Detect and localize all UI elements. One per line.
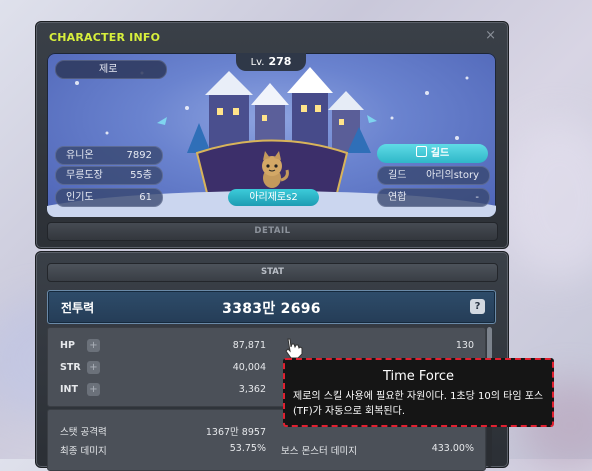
plus-icon[interactable]: +	[87, 383, 100, 396]
window-title: CHARACTER INFO	[49, 31, 161, 44]
detail-button[interactable]: DETAIL	[47, 222, 498, 241]
stat-value: 아리의story	[426, 170, 479, 181]
guild-button[interactable]: 길드	[377, 144, 488, 163]
stat-pill-guild: 길드 아리의story	[377, 166, 490, 185]
stat-value-2: 433.00%	[431, 443, 474, 454]
plus-icon[interactable]: +	[87, 361, 100, 374]
level-prefix: Lv.	[250, 57, 265, 68]
stat-row-hp: HP + 87,871 130	[48, 338, 485, 356]
level-value: 278	[268, 55, 292, 68]
stat-value: 7892	[126, 150, 152, 161]
guild-icon	[415, 146, 427, 157]
character-name: 아리제로s2	[228, 189, 319, 206]
guild-button-label: 길드	[430, 148, 450, 159]
character-scene: Lv. 278 제로 유니온 7892 무릉도장 55층 인기도 61 길드 길드…	[47, 53, 496, 217]
stat-value: 61	[139, 192, 152, 203]
combat-power-value: 3383만 2696	[222, 301, 321, 317]
stat-value: 1367만 8957	[205, 427, 266, 438]
stat-tab[interactable]: STAT	[47, 263, 498, 282]
stat-key: INT	[60, 384, 78, 395]
hand-cursor-icon	[285, 338, 303, 359]
stat-row-final-damage: 최종 데미지 53.75% 보스 몬스터 데미지 433.00%	[48, 441, 485, 459]
stat-key: 유니온	[66, 150, 94, 161]
plus-icon[interactable]: +	[87, 339, 100, 352]
stat-value: -	[475, 192, 479, 203]
stat-value: 3,362	[238, 384, 266, 395]
combat-power-bar: 전투력 3383만 2696 ?	[47, 290, 496, 324]
stat-value: 55층	[130, 170, 152, 181]
stat-pill-popularity: 인기도 61	[55, 188, 163, 207]
stat-pill-alliance: 연합 -	[377, 188, 490, 207]
tooltip-body: 제로의 스킬 사용에 필요한 자원이다. 1초당 10의 타임 포스(TF)가 …	[293, 391, 544, 417]
tooltip-title: Time Force	[382, 369, 455, 384]
help-button[interactable]: ?	[470, 299, 485, 314]
stat-pill-union: 유니온 7892	[55, 146, 163, 165]
stat-key: 연합	[388, 192, 407, 203]
stat-key: STR	[60, 362, 81, 373]
stat-pill-mureung: 무릉도장 55층	[55, 166, 163, 185]
time-force-tooltip: Time Force 제로의 스킬 사용에 필요한 자원이다. 1초당 10의 …	[283, 358, 554, 427]
stat-key: HP	[60, 340, 75, 351]
close-icon[interactable]: ×	[485, 28, 496, 43]
stat-key: 스탯 공격력	[60, 427, 107, 438]
stat-value: 87,871	[232, 340, 266, 351]
character-info-window: CHARACTER INFO × Lv. 278 제로 유니온 7892 무릉도…	[35, 21, 509, 249]
stat-value: 40,004	[232, 362, 266, 373]
stat-key-2: 보스 몬스터 데미지	[281, 446, 357, 457]
stat-key: 최종 데미지	[60, 446, 107, 457]
job-label: 제로	[55, 60, 167, 79]
stat-value: 53.75%	[229, 443, 266, 454]
job-text: 제로	[99, 64, 118, 75]
stat-key: 길드	[388, 170, 407, 181]
stat-key: 무릉도장	[66, 170, 103, 181]
background-glow	[500, 120, 592, 280]
level-display: Lv. 278	[236, 53, 306, 71]
stat-key: 인기도	[66, 192, 94, 203]
time-force-value: 130	[455, 340, 474, 351]
